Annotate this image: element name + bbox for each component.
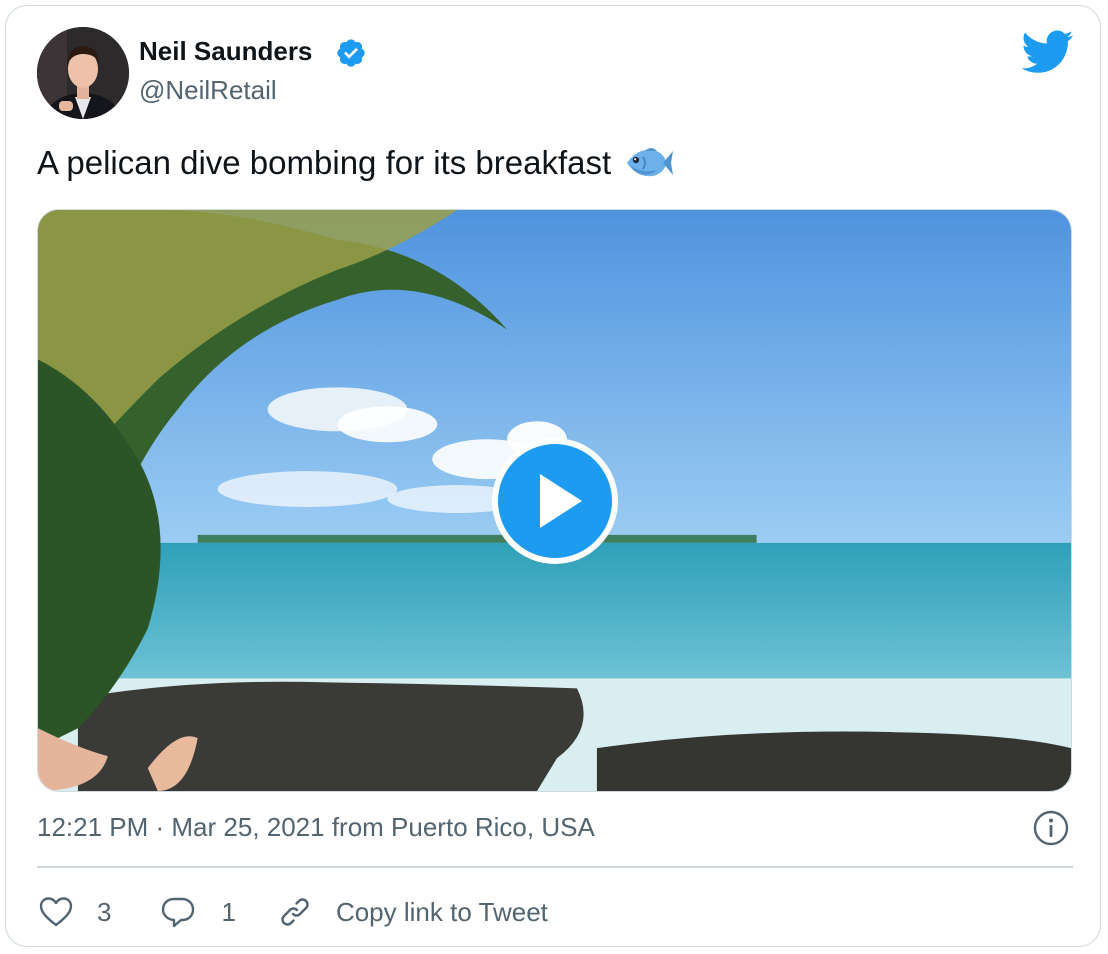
author-handle[interactable]: @NeilRetail: [139, 75, 277, 106]
play-button[interactable]: [490, 436, 620, 566]
divider: [37, 866, 1073, 868]
twitter-bird-icon[interactable]: [1022, 30, 1074, 74]
info-icon[interactable]: [1032, 809, 1070, 847]
heart-icon: [39, 897, 73, 927]
tweet-text-body: A pelican dive bombing for its breakfast: [37, 144, 612, 181]
tweet-card: Neil Saunders @NeilRetail A pelican dive…: [5, 5, 1101, 947]
play-icon: [492, 438, 618, 564]
reply-button[interactable]: 1: [159, 893, 236, 931]
verified-badge-icon: [337, 39, 365, 67]
tweet-text: A pelican dive bombing for its breakfast: [37, 144, 674, 182]
copy-link-button[interactable]: Copy link to Tweet: [276, 893, 548, 931]
avatar[interactable]: [37, 27, 129, 119]
tweet-actions: 3 1 Copy link to Tweet: [37, 890, 548, 934]
tweet-timestamp[interactable]: 12:21 PM · Mar 25, 2021 from Puerto Rico…: [37, 812, 595, 843]
like-button[interactable]: 3: [37, 893, 111, 931]
video-player[interactable]: [37, 209, 1072, 792]
link-icon: [281, 898, 309, 926]
reply-bubble-icon: [162, 897, 195, 928]
like-count: 3: [97, 896, 112, 927]
author-name[interactable]: Neil Saunders: [139, 36, 312, 67]
fish-emoji-icon: [627, 148, 674, 177]
copy-link-label: Copy link to Tweet: [335, 896, 548, 927]
reply-count: 1: [221, 896, 236, 927]
